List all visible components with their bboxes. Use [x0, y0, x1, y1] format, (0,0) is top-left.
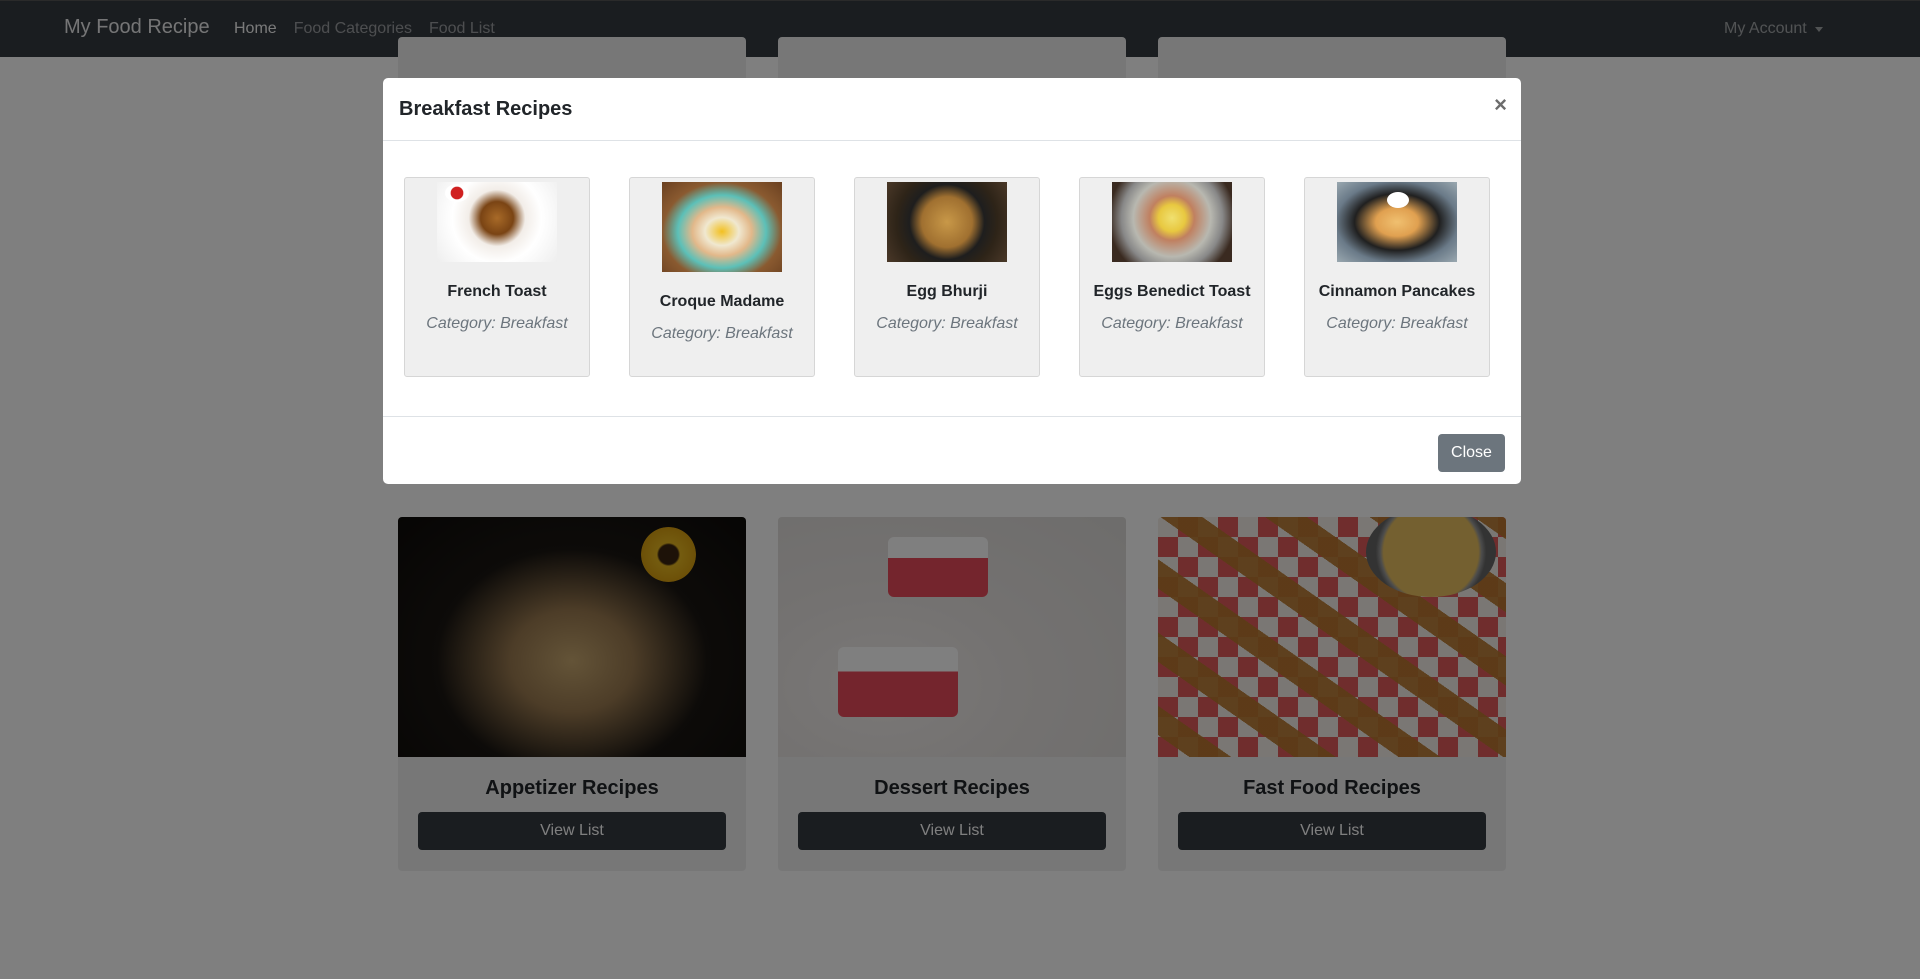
recipe-name: Eggs Benedict Toast: [1093, 283, 1251, 300]
recipe-name: Croque Madame: [659, 293, 785, 310]
close-icon[interactable]: ×: [1494, 94, 1507, 116]
recipe-category: Category: Breakfast: [1101, 315, 1243, 332]
recipe-card[interactable]: French Toast Category: Breakfast: [404, 177, 590, 377]
modal-footer: Close: [383, 417, 1521, 483]
recipe-card[interactable]: Egg Bhurji Category: Breakfast: [854, 177, 1040, 377]
egg-bhurji-image: [887, 182, 1007, 262]
french-toast-image: [437, 182, 557, 262]
modal-header: Breakfast Recipes ×: [383, 78, 1521, 141]
recipe-category: Category: Breakfast: [876, 315, 1018, 332]
recipe-card[interactable]: Croque Madame Category: Breakfast: [629, 177, 815, 377]
cinnamon-pancakes-image: [1337, 182, 1457, 262]
recipe-card[interactable]: Cinnamon Pancakes Category: Breakfast: [1304, 177, 1490, 377]
recipe-name: Egg Bhurji: [906, 283, 988, 300]
recipe-category: Category: Breakfast: [1326, 315, 1468, 332]
recipe-name: French Toast: [447, 283, 547, 300]
modal-body: French Toast Category: Breakfast Croque …: [383, 141, 1521, 417]
recipe-category: Category: Breakfast: [651, 325, 793, 342]
breakfast-recipes-modal: Breakfast Recipes × French Toast Categor…: [383, 78, 1521, 484]
close-button[interactable]: Close: [1438, 434, 1505, 472]
recipe-name: Cinnamon Pancakes: [1318, 283, 1476, 300]
recipe-card[interactable]: Eggs Benedict Toast Category: Breakfast: [1079, 177, 1265, 377]
recipe-category: Category: Breakfast: [426, 315, 568, 332]
croque-madame-image: [662, 182, 782, 272]
eggs-benedict-image: [1112, 182, 1232, 262]
modal-title: Breakfast Recipes: [399, 98, 573, 120]
